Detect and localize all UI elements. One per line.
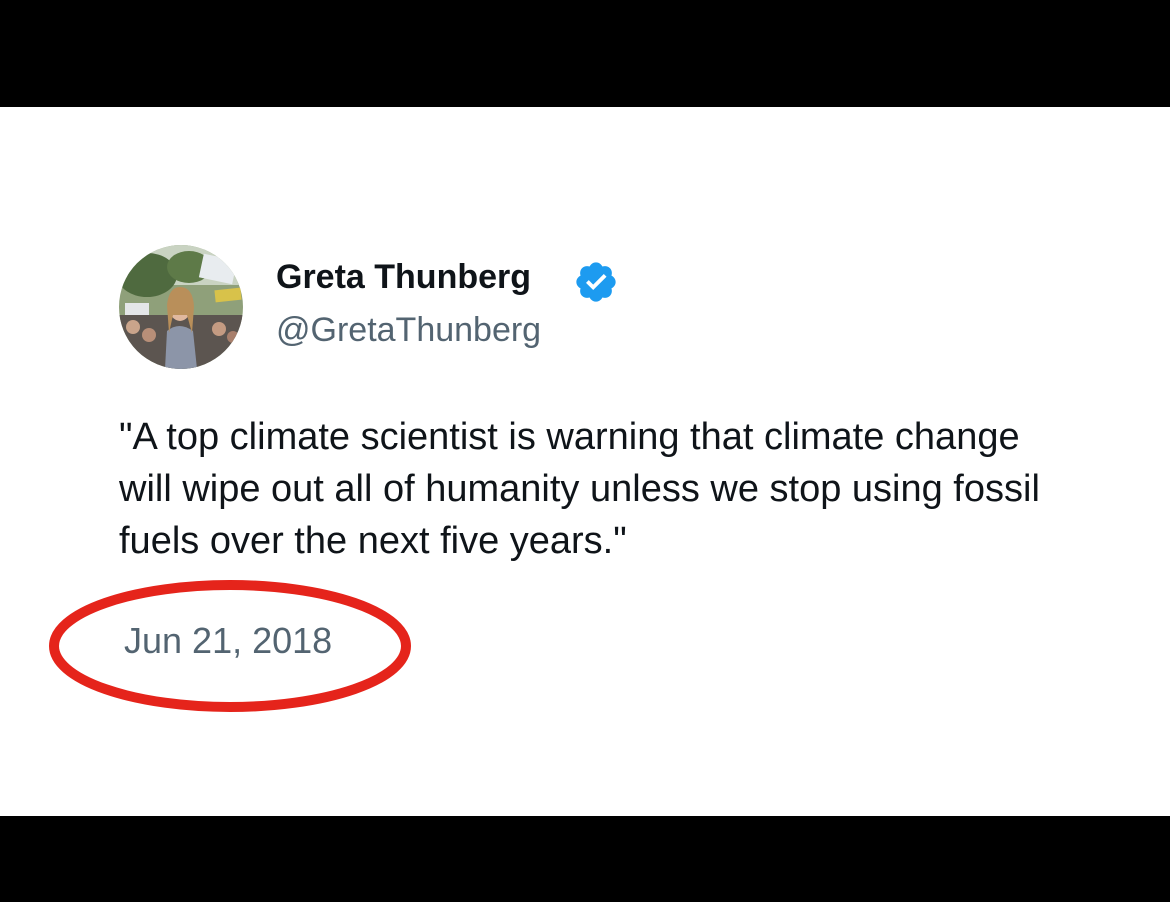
verified-badge-icon xyxy=(576,262,616,302)
author-name[interactable]: Greta Thunberg xyxy=(276,257,531,297)
author-handle[interactable]: @GretaThunberg xyxy=(276,310,541,350)
tweet-text: "A top climate scientist is warning that… xyxy=(119,416,1040,562)
tweet-card: Greta Thunberg @GretaThunberg "A top cli… xyxy=(0,107,1170,816)
red-circle-annotation xyxy=(49,580,411,712)
avatar[interactable] xyxy=(119,245,243,369)
bottom-black-bar xyxy=(0,816,1170,902)
screenshot-frame: Greta Thunberg @GretaThunberg "A top cli… xyxy=(0,0,1170,902)
top-black-bar xyxy=(0,0,1170,107)
avatar-photo-icon xyxy=(119,245,243,369)
